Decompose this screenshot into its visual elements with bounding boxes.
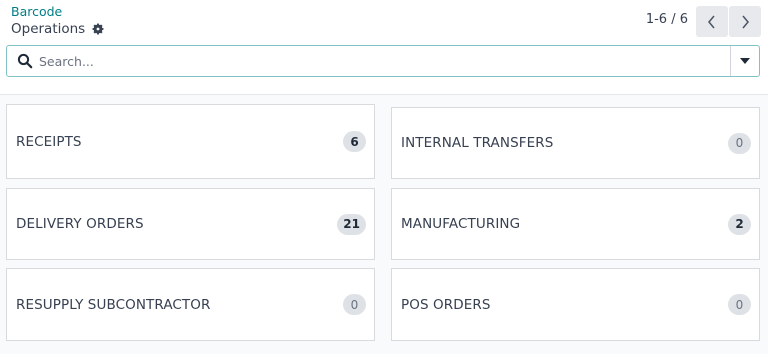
caret-down-icon [740,58,750,64]
operation-label: RESUPPLY SUBCONTRACTOR [16,296,211,313]
operation-label: DELIVERY ORDERS [16,216,144,232]
search-bar [6,45,760,77]
pager-value[interactable]: 1-6 / 6 [646,12,688,27]
chevron-right-icon [742,15,749,28]
operation-card-manufacturing[interactable]: MANUFACTURING 2 [391,188,760,260]
control-panel: Barcode Operations 1-6 / 6 [0,0,768,95]
search-options-toggle[interactable] [730,46,759,76]
operation-card-receipts[interactable]: RECEIPTS 6 [6,104,375,179]
operation-label: MANUFACTURING [401,216,521,232]
operation-card-delivery-orders[interactable]: DELIVERY ORDERS 21 [6,188,375,260]
operation-label: POS ORDERS [401,296,491,313]
operation-card-pos-orders[interactable]: POS ORDERS 0 [391,268,760,341]
pager-previous-button[interactable] [696,6,728,37]
search-icon [17,53,33,69]
operation-count-badge: 6 [343,131,366,152]
operation-count-badge: 0 [343,294,366,315]
operation-count-badge: 21 [337,213,366,235]
operation-label: RECEIPTS [16,133,82,150]
pager-next-button[interactable] [729,6,761,37]
operation-label: INTERNAL TRANSFERS [401,135,554,151]
breadcrumb-barcode[interactable]: Barcode [11,4,62,19]
operation-count-badge: 0 [728,294,751,315]
chevron-left-icon [708,15,715,28]
page-title-row: Operations [11,21,105,37]
page-title: Operations [11,21,86,37]
operation-card-internal-transfers[interactable]: INTERNAL TRANSFERS 0 [391,107,760,179]
operation-card-resupply-subcontractor[interactable]: RESUPPLY SUBCONTRACTOR 0 [6,268,375,341]
search-input[interactable] [39,46,730,76]
operation-count-badge: 0 [728,132,751,154]
gear-icon[interactable] [91,22,105,36]
operation-count-badge: 2 [728,213,751,235]
